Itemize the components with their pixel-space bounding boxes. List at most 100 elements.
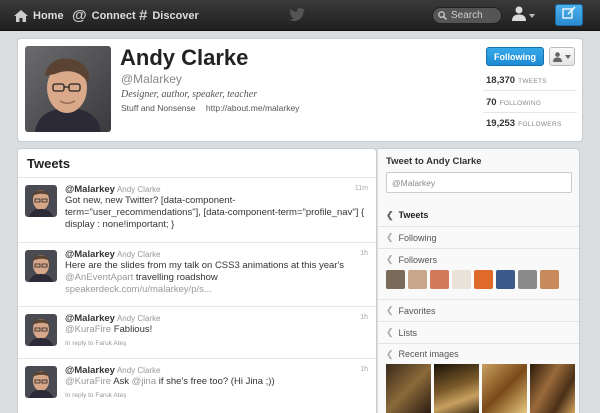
nav-connect[interactable]: @ Connect	[72, 0, 136, 31]
profile-name: Andy Clarke	[120, 45, 249, 70]
recent-image[interactable]	[482, 364, 527, 413]
tweet-header: @Malarkey Andy Clarke	[65, 313, 161, 324]
stat-following[interactable]: 70 FOLLOWING	[486, 97, 541, 108]
tweet-timestamp[interactable]: 1h	[360, 366, 368, 373]
tweet-text-part: travelling roadshow	[133, 272, 218, 283]
follower-avatar[interactable]	[386, 270, 405, 289]
tweet-to-input[interactable]: @Malarkey	[386, 172, 572, 193]
follower-avatar[interactable]	[430, 270, 449, 289]
tweet-header: @Malarkey Andy Clarke	[65, 365, 161, 376]
tweets-heading: Tweets	[27, 156, 71, 171]
search-input[interactable]: Search	[432, 7, 502, 24]
stat-divider	[483, 112, 577, 113]
sidebar-item-label: Following	[398, 232, 437, 243]
home-icon	[14, 9, 28, 22]
sidebar-item-recent-images[interactable]: ❮ Recent images	[378, 343, 579, 364]
tweet-text: Got new, new Twitter? [data-component-te…	[65, 195, 365, 230]
tweet-mention[interactable]: @KuraFire	[65, 376, 111, 387]
profile-avatar[interactable]	[25, 46, 111, 132]
follower-avatar[interactable]	[518, 270, 537, 289]
sidebar-item-followers[interactable]: ❮ Followers	[378, 248, 579, 270]
tweet-text: Here are the slides from my talk on CSS3…	[65, 260, 365, 296]
search-placeholder: Search	[451, 10, 483, 21]
compose-tweet-button[interactable]	[555, 4, 583, 26]
profile-location: Stuff and Nonsense	[121, 103, 196, 113]
tweets-panel: Tweets @Malarkey Andy Clarke 11m Got new,…	[17, 148, 377, 413]
profile-url[interactable]: http://about.me/malarkey	[206, 103, 300, 113]
stat-divider	[483, 90, 577, 91]
tweet-author-name: Andy Clarke	[116, 366, 161, 375]
follower-avatar[interactable]	[540, 270, 559, 289]
tweet-text-part: Fablious!	[111, 324, 153, 335]
tweet-item[interactable]: @Malarkey Andy Clarke 1h @KuraFire Fablio…	[18, 306, 376, 358]
account-menu-button[interactable]	[512, 6, 535, 26]
followers-thumbnails	[386, 270, 576, 289]
tweet-author-name: Andy Clarke	[116, 250, 161, 259]
nav-home[interactable]: Home	[14, 0, 64, 31]
tweet-handle[interactable]: @Malarkey	[65, 365, 115, 376]
tweet-avatar[interactable]	[25, 185, 57, 217]
sidebar-item-label: Favorites	[398, 305, 436, 316]
tweet-timestamp[interactable]: 1h	[360, 314, 368, 321]
chevron-left-icon: ❮	[386, 232, 394, 242]
stat-tweets[interactable]: 18,370 TWEETS	[486, 75, 547, 86]
in-reply-to-link[interactable]: In reply to Faruk Ateş	[65, 338, 365, 350]
twitter-bird-icon[interactable]	[289, 8, 305, 26]
chevron-down-icon	[529, 14, 535, 18]
tweet-mention[interactable]: @KuraFire	[65, 324, 111, 335]
tweet-text-part: if she's free too? (Hi Jina ;))	[156, 376, 275, 387]
sidebar-item-tweets[interactable]: ❮ Tweets	[378, 204, 579, 226]
nav-connect-label: Connect	[91, 9, 136, 22]
sidebar-item-label: Tweets	[398, 210, 429, 220]
stat-followers-value: 19,253	[486, 118, 516, 129]
tweet-item[interactable]: @Malarkey Andy Clarke 1h @KuraFire Ask @j…	[18, 358, 376, 413]
at-icon: @	[72, 7, 87, 24]
sidebar-item-lists[interactable]: ❮ Lists	[378, 321, 579, 343]
following-button[interactable]: Following	[486, 47, 544, 66]
tweet-handle[interactable]: @Malarkey	[65, 313, 115, 324]
tweet-item[interactable]: @Malarkey Andy Clarke 11m Got new, new Tw…	[18, 177, 376, 242]
recent-image[interactable]	[530, 364, 575, 413]
chevron-left-icon: ❮	[386, 348, 394, 359]
tweet-text-part: Ask	[111, 376, 132, 387]
tweet-mention[interactable]: @jina	[132, 376, 156, 387]
sidebar-item-label: Followers	[398, 254, 438, 265]
tweet-handle[interactable]: @Malarkey	[65, 184, 115, 195]
recent-image[interactable]	[434, 364, 479, 413]
stat-followers[interactable]: 19,253 FOLLOWERS	[486, 118, 562, 129]
nav-discover-label: Discover	[152, 9, 199, 22]
sidebar-item-following[interactable]: ❮ Following	[378, 226, 579, 248]
chevron-left-icon: ❮	[386, 305, 394, 315]
recent-image[interactable]	[386, 364, 431, 413]
tweet-avatar[interactable]	[25, 314, 57, 346]
stat-followers-label: FOLLOWERS	[518, 121, 562, 128]
tweet-timestamp[interactable]: 1h	[360, 250, 368, 257]
stat-following-label: FOLLOWING	[499, 100, 542, 107]
nav-discover[interactable]: # Discover	[139, 0, 199, 31]
user-actions-button[interactable]	[549, 47, 575, 66]
follower-avatar[interactable]	[474, 270, 493, 289]
profile-sidebar: Tweet to Andy Clarke @Malarkey ❮ Tweets …	[377, 148, 580, 413]
profile-card: Andy Clarke @Malarkey Designer, author, …	[17, 38, 583, 142]
follower-avatar[interactable]	[496, 270, 515, 289]
follower-avatar[interactable]	[452, 270, 471, 289]
sidebar-item-favorites[interactable]: ❮ Favorites	[378, 299, 579, 321]
tweet-timestamp[interactable]: 11m	[355, 185, 368, 192]
profile-handle: @Malarkey	[121, 72, 182, 86]
follower-avatar[interactable]	[408, 270, 427, 289]
user-dropdown-icon	[553, 51, 571, 62]
tweet-mention[interactable]: @AnEventApart	[65, 272, 133, 283]
in-reply-to-link[interactable]: In reply to Faruk Ateş	[65, 390, 365, 402]
tweet-handle[interactable]: @Malarkey	[65, 249, 115, 260]
hashtag-icon: #	[139, 7, 148, 24]
tweet-text-part: Here are the slides from my talk on CSS3…	[65, 260, 345, 271]
tweet-link[interactable]: speakerdeck.com/u/malarkey/p/s...	[65, 284, 212, 295]
chevron-left-icon: ❮	[386, 327, 394, 337]
stat-tweets-label: TWEETS	[518, 78, 547, 85]
profile-bio: Designer, author, speaker, teacher	[121, 89, 258, 100]
tweet-avatar[interactable]	[25, 250, 57, 282]
tweet-avatar[interactable]	[25, 366, 57, 398]
top-navigation-bar: Home @ Connect # Discover Search	[0, 0, 600, 31]
tweet-item[interactable]: @Malarkey Andy Clarke 1h Here are the sli…	[18, 242, 376, 306]
nav-home-label: Home	[33, 9, 64, 22]
